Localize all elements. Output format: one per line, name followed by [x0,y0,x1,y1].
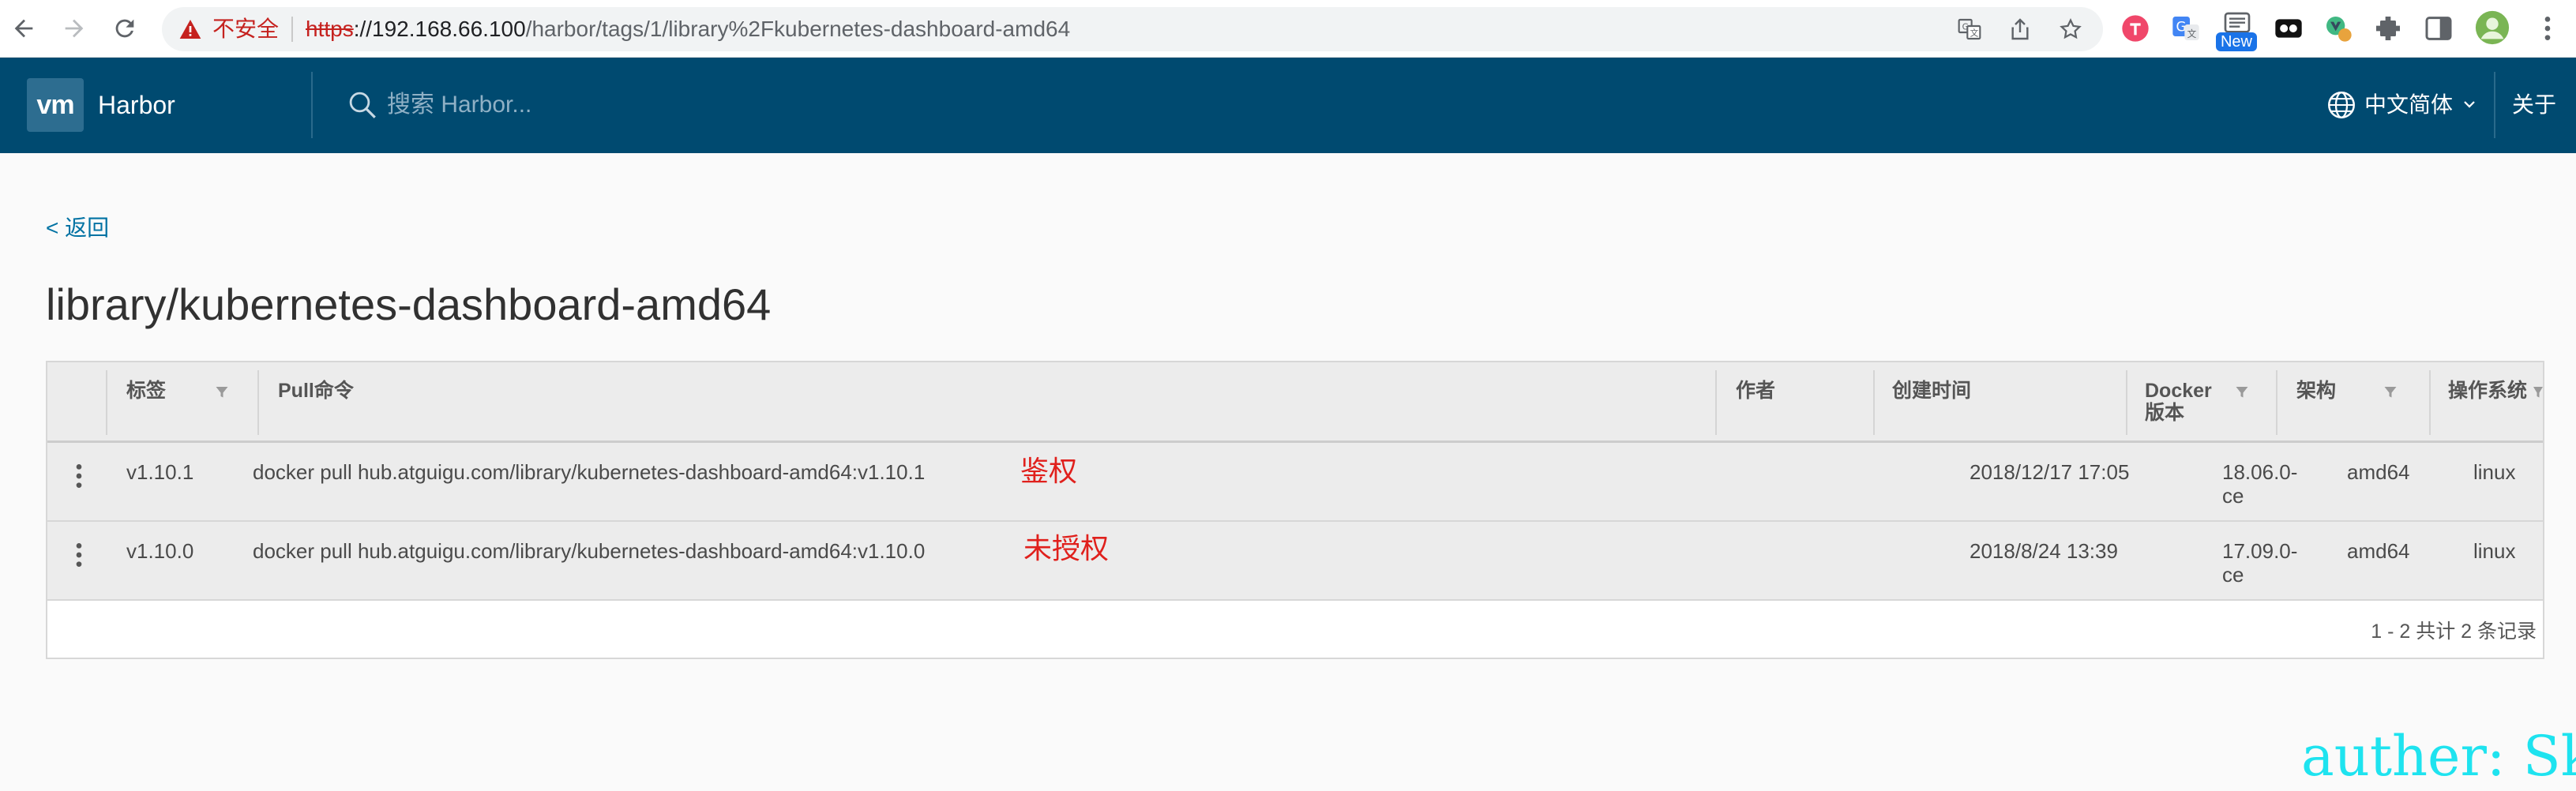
page-title: library/kubernetes-dashboard-amd64 [46,279,772,329]
tag-cell: v1.10.0 [126,539,194,563]
column-divider [2126,370,2127,435]
translate-icon[interactable]: G 文 [1957,17,1982,42]
datagrid-header: 标签 Pull命令 作者 创建时间 Docker 版本 架构 操作系统 [47,362,2543,443]
tag-cell: v1.10.1 [126,460,194,484]
globe-icon[interactable] [2325,88,2358,122]
extension-red-icon[interactable] [2120,13,2151,44]
header-divider [311,72,313,138]
filter-icon[interactable] [2235,384,2249,399]
created-cell: 2018/12/17 17:05 [1970,460,2130,484]
extension-icon[interactable] [2372,13,2404,44]
os-cell: linux [2473,460,2516,484]
page-edge [2544,153,2576,791]
column-header-created[interactable]: 创建时间 [1892,380,1971,402]
row-actions-icon[interactable] [69,460,88,492]
column-header-author[interactable]: 作者 [1736,380,1775,402]
docker-version-line1: 18.06.0- [2222,460,2298,484]
docker-version-header-line2: 版本 [2145,402,2185,424]
pagination-summary: 1 - 2 共计 2 条记录 [2371,620,2537,643]
docker-version-line2: ce [2222,563,2244,587]
created-cell: 2018/8/24 13:39 [1970,539,2118,563]
column-header-tag[interactable]: 标签 [126,380,166,402]
column-header-os[interactable]: 操作系统 [2448,380,2527,402]
column-divider [1873,370,1875,435]
column-divider [257,370,259,435]
side-panel-icon[interactable] [2423,13,2454,44]
docker-version-cell: 18.06.0- ce [2222,460,2297,508]
table-row[interactable]: v1.10.0 docker pull hub.atguigu.com/libr… [47,522,2543,601]
row-actions-icon[interactable] [69,539,88,571]
browser-toolbar: 不安全 https://192.168.66.100/harbor/tags/1… [0,0,2576,58]
search-input[interactable] [387,86,861,124]
chevron-down-icon[interactable] [2462,97,2476,111]
docker-version-line2: ce [2222,484,2244,508]
brand-name[interactable]: Harbor [98,89,175,121]
app-header: vm Harbor 中文简体 关于 [0,58,2576,153]
filter-icon[interactable] [2533,384,2543,399]
star-icon[interactable] [2058,17,2083,42]
pull-command-cell[interactable]: docker pull hub.atguigu.com/library/kube… [253,460,925,484]
os-cell: linux [2473,539,2516,563]
url-path: /harbor/tags/1/library%2Fkubernetes-dash… [525,17,1071,41]
back-link[interactable]: < 返回 [46,215,109,242]
column-divider [2429,370,2431,435]
search-icon [349,92,376,118]
url-scheme: https [306,17,354,41]
insecure-label[interactable]: 不安全 [212,17,279,42]
column-divider [2276,370,2277,435]
language-selector[interactable]: 中文简体 [2364,89,2453,121]
column-header-pull[interactable]: Pull命令 [278,380,354,402]
share-icon[interactable] [2007,17,2033,42]
forward-arrow-icon[interactable] [54,8,95,49]
profile-avatar[interactable] [2474,9,2510,46]
svg-text:文: 文 [1970,28,1979,39]
url-host: ://192.168.66.100 [353,17,526,41]
docker-version-line1: 17.09.0- [2222,539,2298,563]
column-header-arch[interactable]: 架构 [2296,380,2336,402]
header-divider [2494,72,2495,138]
address-bar[interactable]: 不安全 https://192.168.66.100/harbor/tags/1… [162,7,2103,51]
table-row[interactable]: v1.10.1 docker pull hub.atguigu.com/libr… [47,443,2543,522]
omnibox-separator [291,17,293,42]
new-badge: New [2216,32,2257,51]
annotation-label: 未授权 [1023,532,1110,564]
column-divider [1715,370,1717,435]
tags-datagrid: 标签 Pull命令 作者 创建时间 Docker 版本 架构 操作系统 v1.1… [46,361,2544,659]
reload-icon[interactable] [104,8,145,49]
menu-dots-icon[interactable] [2532,13,2563,44]
google-translate-extension-icon[interactable]: G 文 [2170,13,2202,44]
filter-icon[interactable] [215,384,229,399]
author-watermark: auther: Ske [2301,724,2576,789]
annotation-label: 鉴权 [1020,455,1078,487]
about-link[interactable]: 关于 [2512,89,2556,121]
tab-extension-icon[interactable] [2273,13,2304,44]
arch-cell: amd64 [2347,539,2410,563]
docker-version-cell: 17.09.0- ce [2222,539,2297,587]
back-arrow-icon[interactable] [3,8,44,49]
docker-version-header-line1: Docker [2145,380,2212,402]
svg-text:文: 文 [2187,28,2197,39]
column-header-docker-version[interactable]: Docker 版本 [2145,380,2212,424]
filter-icon[interactable] [2383,384,2398,399]
column-divider [106,370,107,435]
url-text[interactable]: https://192.168.66.100/harbor/tags/1/lib… [306,17,1070,42]
vue-devtools-icon[interactable] [2323,13,2354,44]
pull-command-cell[interactable]: docker pull hub.atguigu.com/library/kube… [253,539,925,563]
warning-icon[interactable] [178,17,203,42]
arch-cell: amd64 [2347,460,2410,484]
vmware-logo[interactable]: vm [27,78,84,132]
